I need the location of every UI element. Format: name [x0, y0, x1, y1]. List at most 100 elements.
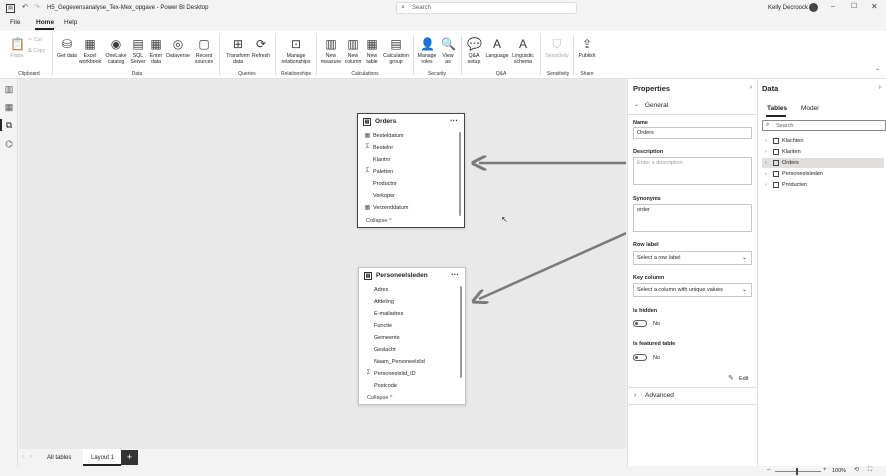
zoom-out-icon[interactable]: – [767, 467, 770, 473]
fullscreen-icon[interactable]: ⛶ [868, 467, 872, 473]
manage-relationships-button[interactable]: ⊡ Manage relationships [279, 37, 313, 65]
maximize-icon[interactable]: ☐ [851, 3, 857, 10]
table-card-header[interactable]: ▤ Personeelsleden ··· [359, 268, 465, 284]
model-view-icon[interactable]: ⧉ [4, 120, 14, 130]
close-icon[interactable]: ✕ [871, 3, 878, 11]
collapse-pane-icon[interactable]: › [750, 84, 752, 91]
language-button[interactable]: A Language [484, 37, 510, 59]
edit-icon[interactable]: ✎ [728, 375, 734, 382]
paste-button[interactable]: 📋 Paste [8, 37, 26, 59]
section-advanced[interactable]: Advanced [645, 392, 674, 399]
chevron-right-icon[interactable]: › [634, 392, 636, 399]
fit-page-icon[interactable]: ⟲ [854, 467, 859, 473]
table-view-icon[interactable]: ▦ [4, 102, 14, 112]
synonyms-input[interactable]: order [633, 204, 752, 232]
more-options-icon[interactable]: ··· [450, 116, 458, 125]
key-column-dropdown[interactable]: Select a column with unique values ⌄ [633, 283, 752, 297]
chevron-right-icon[interactable]: › [765, 136, 767, 146]
dax-query-view-icon[interactable]: ⌬ [4, 139, 14, 149]
model-canvas[interactable]: ▤ Orders ··· ▦ Besteldatum Σ Bestelnr Klantn… [19, 79, 626, 449]
search-box[interactable]: ⌕ Search [396, 2, 577, 14]
relationship-line-personeelsleden[interactable] [479, 176, 626, 299]
tab-model[interactable]: Model [801, 105, 819, 112]
field-row[interactable]: Klantnr [358, 154, 464, 166]
undo-icon[interactable]: ↶ [22, 4, 28, 11]
field-row[interactable]: Adres [359, 284, 465, 296]
section-general[interactable]: General [645, 102, 668, 109]
zoom-in-icon[interactable]: + [823, 467, 827, 473]
is-featured-toggle[interactable] [633, 354, 647, 361]
collapse-button[interactable]: Collapse ^ [367, 395, 393, 401]
report-view-icon[interactable]: ▥ [4, 84, 14, 94]
manage-roles-button[interactable]: 👤 Manage roles [416, 37, 438, 65]
field-row[interactable]: Postcode [359, 380, 465, 392]
field-row[interactable]: Verkoper [358, 190, 464, 202]
field-row[interactable]: Productnr [358, 178, 464, 190]
transform-data-button[interactable]: ⊞ Transform data [224, 37, 252, 65]
table-card-orders[interactable]: ▤ Orders ··· ▦ Besteldatum Σ Bestelnr Klantn… [357, 113, 465, 228]
menu-help[interactable]: Help [64, 19, 77, 26]
onelake-catalog-button[interactable]: ◉ OneLake catalog [103, 37, 129, 65]
tab-all-tables[interactable]: All tables [47, 455, 71, 461]
scroll-left-icon[interactable]: ‹ [22, 454, 24, 460]
chevron-right-icon[interactable]: › [765, 147, 767, 157]
name-input[interactable]: Orders [633, 127, 752, 139]
view-as-button[interactable]: 🔍 View as [439, 37, 457, 65]
refresh-button[interactable]: ⟳ Refresh [251, 37, 271, 59]
sql-server-button[interactable]: ▤ SQL Server [129, 37, 147, 65]
field-row[interactable]: ▦ Besteldatum [358, 130, 464, 142]
add-layout-button[interactable]: + [121, 450, 138, 465]
scroll-right-icon[interactable]: › [30, 454, 32, 460]
linguistic-schema-button[interactable]: A Linguistic schema [509, 37, 537, 65]
excel-workbook-button[interactable]: ▦ Excel workbook [78, 37, 102, 65]
table-tree-item[interactable]: › Klachten [762, 136, 884, 146]
field-row[interactable]: Σ Paletten [358, 166, 464, 178]
collapse-pane-icon[interactable]: › [879, 84, 881, 91]
dataverse-button[interactable]: ◎ Dataverse [165, 37, 191, 59]
recent-sources-button[interactable]: ▢ Recent sources [192, 37, 216, 65]
field-row[interactable]: Geslacht [359, 344, 465, 356]
is-hidden-toggle[interactable] [633, 320, 647, 327]
get-data-button[interactable]: ⛁ Get data [56, 37, 78, 59]
menu-file[interactable]: File [10, 19, 20, 26]
field-row[interactable]: Naam_Personeelslid [359, 356, 465, 368]
table-tree-item[interactable]: › Personeelsleden [762, 169, 884, 179]
description-input[interactable]: Enter a description [633, 157, 752, 185]
collapse-ribbon-icon[interactable]: ⌃ [875, 69, 880, 75]
chevron-right-icon[interactable]: › [765, 158, 767, 168]
new-measure-button[interactable]: ▥ New measure [319, 37, 343, 65]
data-search-input[interactable]: ⌕ Search [762, 120, 886, 131]
enter-data-button[interactable]: ▦ Enter data [147, 37, 165, 65]
chevron-right-icon[interactable]: › [765, 180, 767, 190]
field-row[interactable]: Σ Bestelnr [358, 142, 464, 154]
qa-setup-button[interactable]: 💬 Q&A setup [464, 37, 484, 65]
scrollbar[interactable] [460, 286, 462, 378]
zoom-slider-thumb[interactable] [796, 468, 798, 475]
field-row[interactable]: ▦ Verzenddatum [358, 202, 464, 214]
publish-button[interactable]: ⇪ Publish [576, 37, 598, 59]
table-tree-item[interactable]: › Klanten [762, 147, 884, 157]
table-card-header[interactable]: ▤ Orders ··· [358, 114, 464, 130]
calculation-group-button[interactable]: ▤ Calculation group [381, 37, 411, 65]
chevron-down-icon[interactable]: ⌄ [634, 102, 639, 108]
field-row[interactable]: Σ Personeelslid_ID [359, 368, 465, 380]
field-row[interactable]: Gemeente [359, 332, 465, 344]
avatar[interactable] [809, 3, 818, 12]
more-options-icon[interactable]: ··· [451, 270, 459, 279]
row-label-dropdown[interactable]: Select a row label ⌄ [633, 251, 752, 265]
copy-button[interactable]: ⧉ Copy [28, 48, 50, 54]
table-tree-item[interactable]: › Producten [762, 180, 884, 190]
minimize-icon[interactable]: – [831, 3, 835, 10]
field-row[interactable]: Functie [359, 320, 465, 332]
zoom-slider[interactable] [775, 471, 821, 472]
tab-layout-1[interactable]: Layout 1 [83, 449, 121, 466]
new-table-button[interactable]: ▦ New table [363, 37, 381, 65]
tab-tables[interactable]: Tables [767, 105, 787, 112]
table-tree-item[interactable]: › Orders [762, 158, 884, 168]
new-column-button[interactable]: ▥ New column [342, 37, 364, 65]
scrollbar[interactable] [459, 132, 461, 216]
menu-home[interactable]: Home [36, 19, 54, 26]
collapse-button[interactable]: Collapse ^ [366, 218, 392, 224]
edit-link[interactable]: Edit [739, 376, 748, 382]
sensitivity-button[interactable]: ⛉ Sensitivity [543, 37, 571, 59]
